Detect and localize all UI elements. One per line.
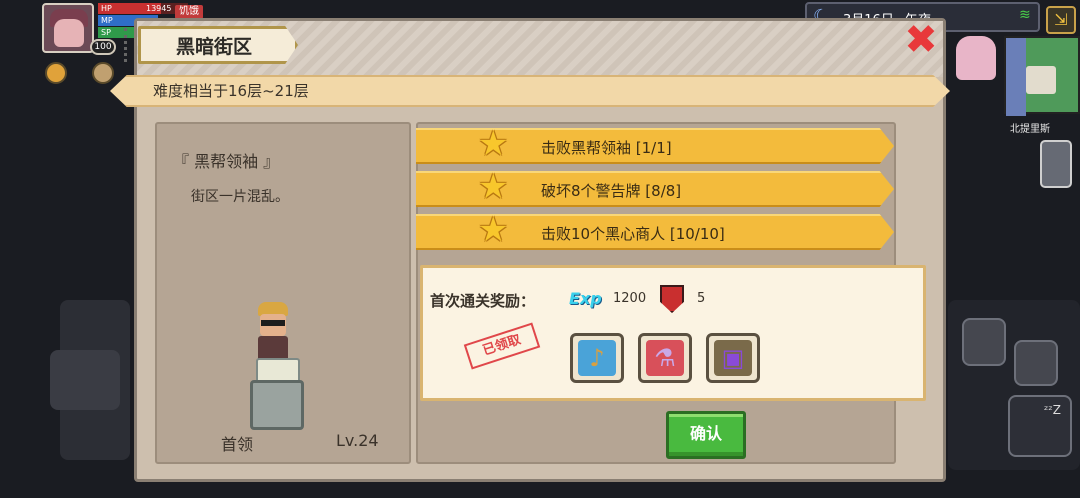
chest-icon: ▣ — [721, 344, 745, 372]
npc-portrait[interactable] — [956, 36, 996, 80]
sleep-button[interactable]: ᶻᶻZ — [1008, 395, 1072, 457]
exit-icon[interactable]: ⇲ — [1046, 6, 1076, 34]
objective-text: 破坏8个警告牌 [8/8] — [541, 182, 682, 200]
skill-button[interactable] — [1014, 340, 1058, 386]
location-label: 北提里斯 — [1010, 124, 1050, 135]
sp-label: SP — [101, 28, 111, 37]
star-icon: ★ — [478, 124, 509, 164]
close-button[interactable]: ✖ — [903, 20, 939, 60]
star-icon: ★ — [478, 167, 509, 207]
difficulty-text: 难度相当于16层~21层 — [153, 82, 309, 100]
avatar-face — [54, 19, 84, 47]
boss-name: 『 黑帮领袖 』 — [173, 152, 280, 171]
token-value: 5 — [697, 291, 706, 306]
reward-item[interactable]: ⚗ — [638, 333, 692, 383]
phone-icon[interactable] — [1040, 140, 1072, 188]
objective-text: 击败黑帮领袖 [1/1] — [541, 139, 672, 157]
sunglasses-icon — [261, 320, 285, 326]
zzz-icon: ᶻᶻZ — [1044, 403, 1062, 417]
boss-description: 街区一片混乱。 — [191, 189, 289, 205]
exp-value: 1200 — [613, 291, 647, 306]
hp-label: HP — [101, 4, 112, 13]
status-badge: 饥饿 — [175, 5, 203, 19]
boss-pedestal — [250, 380, 304, 430]
boss-label: 首领 — [221, 435, 254, 454]
mp-label: MP — [101, 16, 113, 25]
confirm-button[interactable]: 确认 — [666, 411, 746, 459]
reward-label: 首次通关奖励： — [430, 292, 536, 310]
dpad-left-button[interactable] — [50, 350, 120, 410]
hp-value: 13945 — [146, 4, 172, 13]
map-water — [1006, 38, 1026, 116]
item-slot: ♪ — [578, 340, 616, 376]
reward-item[interactable]: ♪ — [570, 333, 624, 383]
guitar-icon: ♪ — [589, 344, 605, 372]
item-slot: ⚗ — [646, 340, 684, 376]
avatar[interactable] — [42, 3, 94, 53]
map-building — [1026, 66, 1056, 94]
exp-icon: Exp — [569, 289, 602, 308]
star-icon: ★ — [478, 210, 509, 250]
wifi-icon: ≋ — [1019, 7, 1031, 23]
item-slot: ▣ — [714, 340, 752, 376]
objective-text: 击败10个黑心商人 [10/10] — [541, 225, 725, 243]
notebook-spiral — [124, 28, 140, 62]
buff-icon[interactable] — [92, 62, 114, 84]
potion-icon: ⚗ — [654, 344, 676, 372]
level-badge: 100 — [90, 39, 116, 55]
reward-item[interactable]: ▣ — [706, 333, 760, 383]
boss-sprite — [248, 302, 318, 432]
fire-icon[interactable] — [45, 62, 67, 84]
dialog-title: 黑暗街区 — [176, 36, 253, 58]
action-button[interactable] — [962, 318, 1006, 366]
boss-level: Lv.24 — [336, 431, 379, 450]
minimap[interactable] — [1004, 36, 1080, 116]
